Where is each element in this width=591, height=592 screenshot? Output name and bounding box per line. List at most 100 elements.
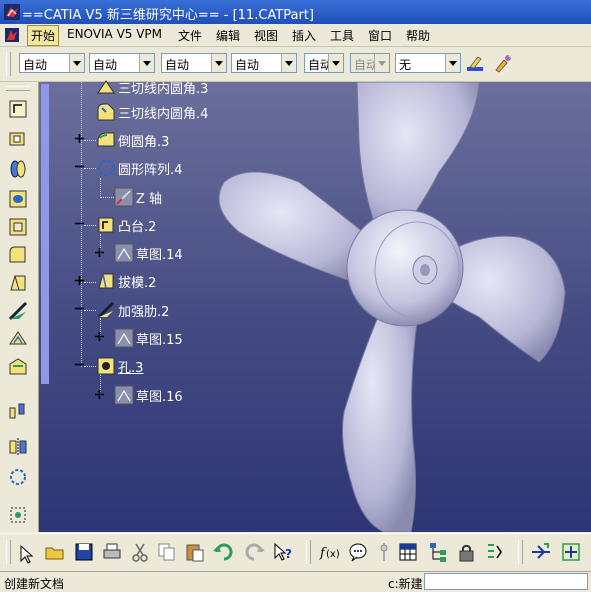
- collapse-icon[interactable]: [75, 304, 84, 313]
- tree-connector: [84, 140, 96, 141]
- chevron-down-icon: [374, 54, 389, 72]
- expand-icon[interactable]: [95, 248, 104, 257]
- collapse-icon[interactable]: [75, 360, 84, 369]
- tree-connector: [84, 225, 96, 226]
- transparency-combo[interactable]: 自动: [89, 53, 155, 73]
- menu-file[interactable]: 文件: [178, 27, 202, 44]
- expand-icon[interactable]: [95, 332, 104, 341]
- copy-icon[interactable]: [156, 541, 178, 563]
- svg-text:?: ?: [285, 547, 292, 561]
- format-painter-icon[interactable]: [492, 52, 514, 74]
- mirror-icon[interactable]: [7, 436, 29, 458]
- expand-icon[interactable]: [75, 134, 84, 143]
- fit-all-icon[interactable]: [560, 541, 582, 563]
- point-symbol-combo: 自动: [350, 53, 390, 73]
- fillet-icon[interactable]: [7, 244, 29, 266]
- menu-tools[interactable]: 工具: [330, 27, 354, 44]
- sketch-icon: [114, 243, 134, 263]
- expand-icon[interactable]: [75, 276, 84, 285]
- chevron-down-icon: [445, 54, 460, 72]
- pocket-icon[interactable]: [7, 216, 29, 238]
- select-arrow-icon[interactable]: [16, 543, 38, 565]
- tree-connector: [100, 178, 101, 198]
- draft-icon[interactable]: [7, 272, 29, 294]
- menu-edit[interactable]: 编辑: [216, 27, 240, 44]
- cut-icon[interactable]: [129, 541, 151, 563]
- chevron-down-icon: [328, 54, 343, 72]
- tree-connector: [84, 282, 96, 283]
- chevron-down-icon: [211, 54, 226, 72]
- print-icon[interactable]: [101, 541, 123, 563]
- line-type-combo[interactable]: 自动: [231, 53, 297, 73]
- status-bar: 创建新文档 c:新建: [0, 571, 591, 592]
- table-icon[interactable]: [397, 541, 419, 563]
- transform-icon[interactable]: [7, 400, 29, 422]
- tree-connector: [100, 197, 114, 198]
- redo-icon[interactable]: [244, 541, 266, 563]
- title-bar: ==CATIA V5 新三维研究中心== - [11.CATPart]: [0, 0, 591, 24]
- undo-icon[interactable]: [212, 541, 234, 563]
- parameter-icon[interactable]: [373, 541, 395, 563]
- tree-scrollbar[interactable]: [41, 84, 49, 384]
- save-icon[interactable]: [73, 541, 95, 563]
- menu-view[interactable]: 视图: [254, 27, 278, 44]
- sketcher-icon[interactable]: [7, 98, 29, 120]
- standard-toolbar: ? f (x): [0, 533, 591, 572]
- formula-icon[interactable]: f (x): [318, 541, 340, 563]
- edge-fillet-icon: [97, 132, 115, 147]
- menu-start[interactable]: 开始: [27, 25, 60, 46]
- chevron-down-icon: [69, 54, 84, 72]
- shaft-icon[interactable]: [7, 158, 29, 180]
- hole-icon[interactable]: [7, 188, 29, 210]
- toolbar-grip[interactable]: [6, 540, 11, 564]
- knowledge-advisor-icon[interactable]: [347, 541, 369, 563]
- tree-connector: [84, 168, 96, 169]
- fill-color-combo[interactable]: 自动: [19, 53, 85, 73]
- shell-icon[interactable]: [7, 328, 29, 350]
- menu-help[interactable]: 帮助: [406, 27, 430, 44]
- collapse-icon[interactable]: [75, 162, 84, 171]
- toolbar-grip[interactable]: [6, 52, 11, 76]
- collapse-icon[interactable]: [75, 219, 84, 228]
- pattern-icon[interactable]: [7, 466, 29, 488]
- menu-insert[interactable]: 插入: [292, 27, 316, 44]
- window-title: ==CATIA V5 新三维研究中心== - [11.CATPart]: [22, 8, 314, 23]
- layer-combo[interactable]: 无: [395, 53, 461, 73]
- document-icon[interactable]: [2, 25, 22, 45]
- lock-icon[interactable]: [456, 541, 478, 563]
- rib-icon: [97, 301, 115, 319]
- help-icon[interactable]: ?: [272, 541, 294, 563]
- pad-icon[interactable]: [7, 128, 29, 150]
- rib-icon[interactable]: [7, 300, 29, 322]
- status-message: 创建新文档: [4, 577, 65, 591]
- chevron-down-icon: [281, 54, 296, 72]
- list-icon[interactable]: [484, 541, 506, 563]
- sketch-icon: [114, 328, 134, 348]
- hole-icon: [97, 357, 115, 375]
- open-folder-icon[interactable]: [44, 541, 66, 563]
- axis-icon: [114, 187, 134, 207]
- command-input[interactable]: [424, 573, 588, 590]
- scaling-icon[interactable]: [7, 504, 29, 526]
- svg-text:(x): (x): [326, 549, 340, 560]
- chevron-down-icon: [139, 54, 154, 72]
- menu-enovia[interactable]: ENOVIA V5 VPM: [67, 27, 162, 41]
- circular-pattern-icon: [98, 160, 114, 176]
- tree-view-icon[interactable]: [428, 541, 450, 563]
- tree-connector: [84, 366, 96, 367]
- line-color-combo[interactable]: 自动: [161, 53, 227, 73]
- paste-icon[interactable]: [184, 541, 206, 563]
- toolbar-grip[interactable]: [518, 540, 523, 564]
- thickness-icon[interactable]: [7, 356, 29, 378]
- tree-connector: [84, 310, 96, 311]
- tritangent-fillet-icon: [97, 80, 115, 94]
- paint-brush-icon[interactable]: [464, 53, 486, 75]
- sketch-icon: [114, 385, 134, 405]
- graphic-properties-toolbar: 自动 自动 自动 自动 自动 自动 无: [0, 47, 591, 82]
- menu-window[interactable]: 窗口: [368, 27, 392, 44]
- line-thickness-combo[interactable]: 自动: [304, 53, 344, 73]
- toolbar-grip[interactable]: [306, 540, 311, 564]
- toolbar-grip[interactable]: [6, 86, 30, 91]
- fly-mode-icon[interactable]: [530, 541, 552, 563]
- expand-icon[interactable]: [95, 390, 104, 399]
